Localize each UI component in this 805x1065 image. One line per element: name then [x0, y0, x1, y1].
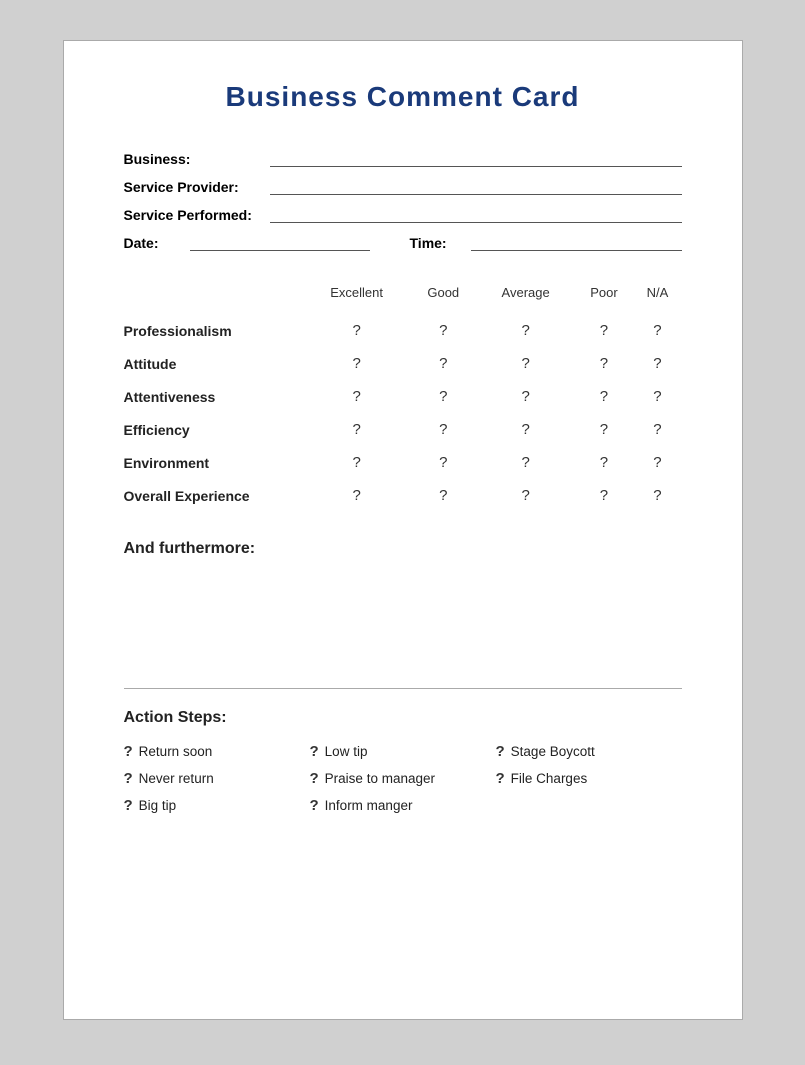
rating-cell[interactable]: ? — [477, 314, 575, 347]
rating-cell[interactable]: ? — [633, 380, 681, 413]
action-item: ? Praise to manager — [310, 770, 496, 787]
service-performed-input-line[interactable] — [270, 205, 682, 223]
service-provider-input-line[interactable] — [270, 177, 682, 195]
rating-cell[interactable]: ? — [633, 479, 681, 512]
col-header-label — [124, 279, 304, 314]
action-item: ? Inform manger — [310, 797, 496, 814]
comment-card: Business Comment Card Business: Service … — [63, 40, 743, 1020]
row-label: Environment — [124, 446, 304, 479]
row-label: Professionalism — [124, 314, 304, 347]
time-input-line[interactable] — [471, 233, 682, 251]
col-header-excellent: Excellent — [304, 279, 410, 314]
rating-cell[interactable]: ? — [410, 479, 477, 512]
action-checkbox[interactable]: ? — [124, 743, 133, 760]
service-performed-label: Service Performed: — [124, 207, 264, 223]
action-text: File Charges — [511, 771, 588, 786]
action-item — [496, 797, 682, 814]
card-title: Business Comment Card — [124, 81, 682, 113]
action-text: Never return — [139, 771, 214, 786]
rating-cell[interactable]: ? — [633, 314, 681, 347]
action-checkbox[interactable]: ? — [310, 770, 319, 787]
ratings-header-row: Excellent Good Average Poor N/A — [124, 279, 682, 314]
rating-cell[interactable]: ? — [633, 446, 681, 479]
rating-cell[interactable]: ? — [575, 479, 634, 512]
col-header-average: Average — [477, 279, 575, 314]
table-row: Professionalism????? — [124, 314, 682, 347]
rating-cell[interactable]: ? — [410, 314, 477, 347]
business-field-row: Business: — [124, 149, 682, 167]
table-row: Environment????? — [124, 446, 682, 479]
row-label: Attitude — [124, 347, 304, 380]
rating-cell[interactable]: ? — [633, 347, 681, 380]
table-row: Attitude????? — [124, 347, 682, 380]
action-checkbox[interactable]: ? — [310, 797, 319, 814]
rating-cell[interactable]: ? — [410, 413, 477, 446]
rating-cell[interactable]: ? — [304, 413, 410, 446]
col-header-good: Good — [410, 279, 477, 314]
table-row: Efficiency????? — [124, 413, 682, 446]
rating-cell[interactable]: ? — [304, 446, 410, 479]
rating-cell[interactable]: ? — [575, 314, 634, 347]
rating-cell[interactable]: ? — [410, 380, 477, 413]
date-input-line[interactable] — [190, 233, 370, 251]
action-text: Return soon — [139, 744, 213, 759]
rating-cell[interactable]: ? — [477, 347, 575, 380]
row-label: Efficiency — [124, 413, 304, 446]
action-item: ? Big tip — [124, 797, 310, 814]
rating-cell[interactable]: ? — [477, 479, 575, 512]
time-label: Time: — [410, 235, 465, 251]
action-checkbox[interactable]: ? — [310, 743, 319, 760]
divider — [124, 688, 682, 689]
business-input-line[interactable] — [270, 149, 682, 167]
rating-cell[interactable]: ? — [477, 380, 575, 413]
action-checkbox[interactable]: ? — [496, 770, 505, 787]
rating-cell[interactable]: ? — [633, 413, 681, 446]
action-steps-title: Action Steps: — [124, 709, 682, 727]
rating-cell[interactable]: ? — [575, 446, 634, 479]
date-time-row: Date: Time: — [124, 233, 682, 251]
date-label: Date: — [124, 235, 184, 251]
rating-cell[interactable]: ? — [477, 446, 575, 479]
action-item: ? Low tip — [310, 743, 496, 760]
table-row: Attentiveness????? — [124, 380, 682, 413]
service-provider-label: Service Provider: — [124, 179, 264, 195]
rating-cell[interactable]: ? — [477, 413, 575, 446]
action-text: Inform manger — [325, 798, 413, 813]
business-label: Business: — [124, 151, 264, 167]
furthermore-label: And furthermore: — [124, 540, 682, 558]
rating-cell[interactable]: ? — [410, 347, 477, 380]
action-item: ? Return soon — [124, 743, 310, 760]
rating-cell[interactable]: ? — [575, 380, 634, 413]
col-header-poor: Poor — [575, 279, 634, 314]
rating-cell[interactable]: ? — [575, 347, 634, 380]
table-row: Overall Experience????? — [124, 479, 682, 512]
action-text: Low tip — [325, 744, 368, 759]
furthermore-space — [124, 568, 682, 678]
rating-cell[interactable]: ? — [410, 446, 477, 479]
action-item: ? Stage Boycott — [496, 743, 682, 760]
col-header-na: N/A — [633, 279, 681, 314]
rating-cell[interactable]: ? — [575, 413, 634, 446]
action-item: ? File Charges — [496, 770, 682, 787]
action-checkbox[interactable]: ? — [124, 770, 133, 787]
rating-cell[interactable]: ? — [304, 380, 410, 413]
action-text: Stage Boycott — [511, 744, 595, 759]
action-steps-grid: ? Return soon? Low tip? Stage Boycott? Never… — [124, 743, 682, 814]
action-text: Praise to manager — [325, 771, 435, 786]
action-item: ? Never return — [124, 770, 310, 787]
action-checkbox[interactable]: ? — [124, 797, 133, 814]
ratings-table: Excellent Good Average Poor N/A Professi… — [124, 279, 682, 512]
rating-cell[interactable]: ? — [304, 347, 410, 380]
row-label: Attentiveness — [124, 380, 304, 413]
action-text: Big tip — [139, 798, 177, 813]
action-checkbox[interactable]: ? — [496, 743, 505, 760]
row-label: Overall Experience — [124, 479, 304, 512]
rating-cell[interactable]: ? — [304, 314, 410, 347]
service-provider-field-row: Service Provider: — [124, 177, 682, 195]
rating-cell[interactable]: ? — [304, 479, 410, 512]
service-performed-field-row: Service Performed: — [124, 205, 682, 223]
